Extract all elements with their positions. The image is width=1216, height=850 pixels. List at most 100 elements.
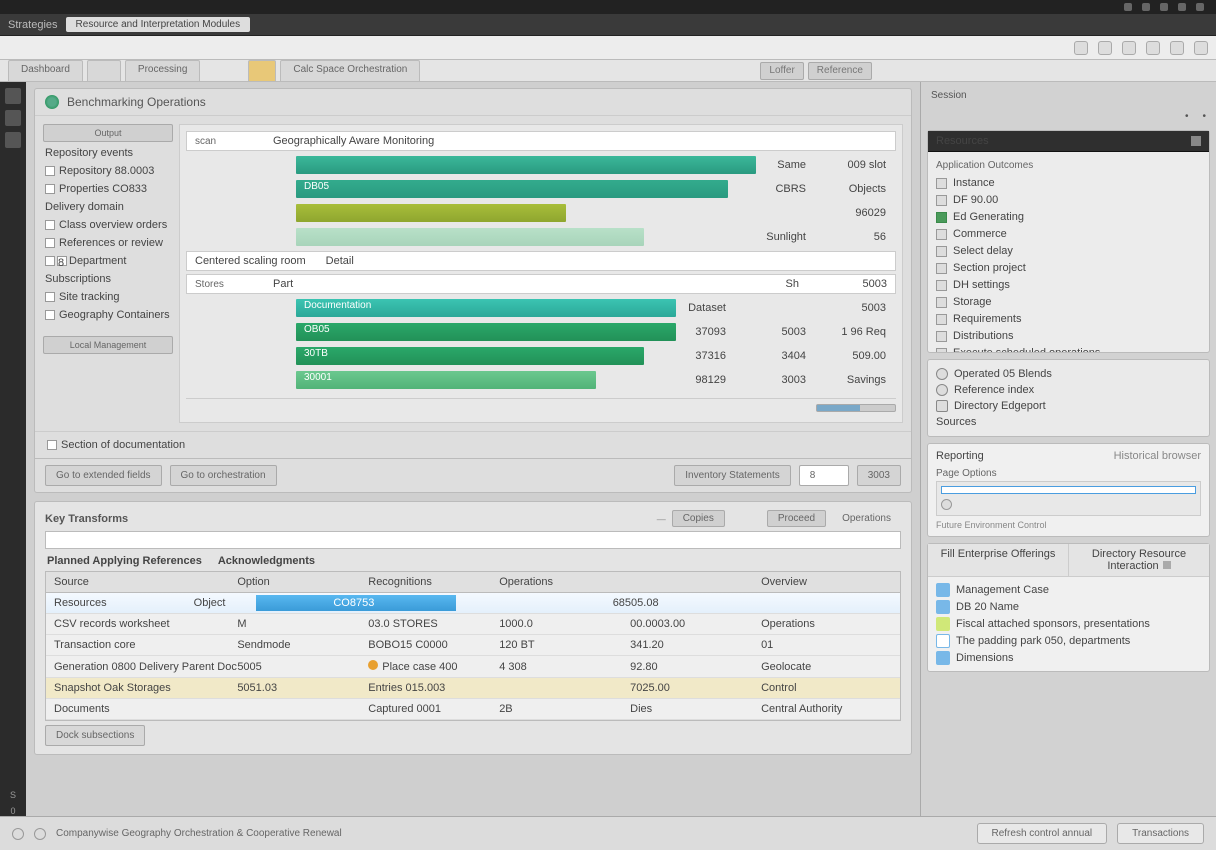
group-item[interactable]: Reference index: [936, 382, 1201, 398]
activity-icon[interactable]: [5, 110, 21, 126]
rp2-link[interactable]: Historical browser: [1114, 450, 1201, 462]
collapse-icon[interactable]: [1191, 136, 1201, 146]
filter-input[interactable]: [45, 531, 901, 549]
doc-tab-icon[interactable]: [248, 60, 276, 81]
transforms-panel: Key Transforms — Copies Proceed Operatio…: [34, 501, 912, 755]
table-row[interactable]: DocumentsCaptured 00012BDiesCentral Auth…: [46, 699, 900, 720]
panel2-chip[interactable]: Copies: [672, 510, 725, 527]
sys-icon: [1178, 3, 1186, 11]
group-panel: Operated 05 Blends Reference index Direc…: [927, 359, 1210, 437]
opt-stepper[interactable]: 8Department: [43, 254, 173, 268]
tool-icon[interactable]: [1146, 41, 1160, 55]
activity-icon[interactable]: [5, 88, 21, 104]
circle-icon: [936, 368, 948, 380]
chart-bar: 30001: [296, 371, 596, 389]
doc-tab[interactable]: Reference: [808, 62, 872, 80]
warn-icon: [368, 660, 378, 670]
opt-checkbox[interactable]: References or review: [43, 236, 173, 250]
opt-checkbox[interactable]: Site tracking: [43, 290, 173, 304]
opt-label: Delivery domain: [43, 200, 173, 214]
tool-icon[interactable]: [1074, 41, 1088, 55]
rpanel-sub: Application Outcomes: [936, 158, 1201, 173]
group-item[interactable]: Operated 05 Blends: [936, 366, 1201, 382]
tree-item[interactable]: Commerce: [936, 227, 1201, 241]
chart-subhead: Centered scaling room: [195, 255, 306, 267]
footer-button[interactable]: Go to extended fields: [45, 465, 162, 486]
footer-input[interactable]: [799, 465, 849, 486]
panel2-chip[interactable]: Operations: [832, 511, 901, 526]
benchmark-panel: Benchmarking Operations Output Repositor…: [34, 88, 912, 493]
footer-button[interactable]: Inventory Statements: [674, 465, 791, 486]
activity-icon[interactable]: [5, 132, 21, 148]
local-mgmt-button[interactable]: Local Management: [43, 336, 173, 354]
doc-tab[interactable]: Loffer: [760, 62, 803, 80]
chart-bar: [296, 228, 644, 246]
tool-icon[interactable]: [1122, 41, 1136, 55]
tree-item[interactable]: Ed Generating: [936, 210, 1201, 224]
doc-tab[interactable]: Processing: [125, 60, 200, 81]
table-row[interactable]: CSV records worksheetM03.0 STORES1000.00…: [46, 614, 900, 635]
rp2-sub: Page Options: [936, 466, 1201, 481]
tool-icon[interactable]: [1170, 41, 1184, 55]
footer-button[interactable]: Go to orchestration: [170, 465, 277, 486]
doc-tab-icon[interactable]: [87, 60, 121, 81]
tree-item[interactable]: Distributions: [936, 329, 1201, 343]
rp3-tab[interactable]: Directory Resource Interaction: [1069, 544, 1209, 576]
square-icon: [936, 400, 948, 412]
subtab[interactable]: Planned Applying References: [47, 555, 202, 567]
footer-button[interactable]: Refresh control annual: [977, 823, 1108, 844]
rp3-item[interactable]: Fiscal attached sponsors, presentations: [936, 617, 1201, 631]
dock-button[interactable]: Dock subsections: [45, 725, 145, 746]
rp3-item[interactable]: Management Case: [936, 583, 1201, 597]
doc-tab[interactable]: Calc Space Orchestration: [280, 60, 420, 81]
rp2-footer: Future Environment Control: [936, 520, 1201, 530]
rp3-item[interactable]: DB 20 Name: [936, 600, 1201, 614]
tool-icon[interactable]: [1194, 41, 1208, 55]
options-sidebar: Output Repository events Repository 88.0…: [43, 124, 173, 423]
tree-item[interactable]: Storage: [936, 295, 1201, 309]
table-row[interactable]: Generation 0800 Delivery Parent Doc5005P…: [46, 656, 900, 678]
tree-item[interactable]: DH settings: [936, 278, 1201, 292]
footer-button[interactable]: 3003: [857, 465, 901, 486]
rpanel-title: Resources: [936, 135, 989, 147]
opt-checkbox[interactable]: Properties CO833: [43, 182, 173, 196]
status-icon: [12, 828, 24, 840]
rp2-title: Reporting: [936, 450, 984, 462]
tree-item[interactable]: Execute scheduled operations: [936, 346, 1201, 352]
refresh-icon[interactable]: [941, 498, 1196, 511]
item-icon: [936, 617, 950, 631]
panel2-chip[interactable]: Proceed: [767, 510, 826, 527]
footer-button[interactable]: Transactions: [1117, 823, 1204, 844]
rp3-tab[interactable]: Fill Enterprise Offerings: [928, 544, 1069, 576]
table-row[interactable]: Snapshot Oak Storages5051.03Entries 015.…: [46, 678, 900, 699]
footer-checkbox[interactable]: Section of documentation: [45, 438, 187, 452]
opt-checkbox[interactable]: Class overview orders: [43, 218, 173, 232]
tree-item[interactable]: Section project: [936, 261, 1201, 275]
rp3-item[interactable]: Dimensions: [936, 651, 1201, 665]
rp3-item[interactable]: The padding park 050, departments: [936, 634, 1201, 648]
panel-logo-icon: [45, 95, 59, 109]
group-item[interactable]: Directory Edgeport: [936, 398, 1201, 414]
tree-item[interactable]: Instance: [936, 176, 1201, 190]
status-text: Companywise Geography Orchestration & Co…: [56, 828, 342, 839]
table-row[interactable]: Transaction coreSendmodeBOBO15 C0000120 …: [46, 635, 900, 656]
sys-icon: [1142, 3, 1150, 11]
tree-item[interactable]: Select delay: [936, 244, 1201, 258]
status-icon: [34, 828, 46, 840]
table-row[interactable]: ResourcesObjectCO875368505.08: [46, 593, 900, 614]
tree-item[interactable]: Requirements: [936, 312, 1201, 326]
toolbar: [0, 36, 1216, 60]
chart-bar: Documentation: [296, 299, 676, 317]
subtab[interactable]: Acknowledgments: [218, 555, 315, 567]
panel2-title: Key Transforms: [45, 513, 128, 525]
search-input[interactable]: [941, 486, 1196, 494]
opt-checkbox[interactable]: Repository 88.0003: [43, 164, 173, 178]
doc-tab[interactable]: Dashboard: [8, 60, 83, 81]
tree-item[interactable]: DF 90.00: [936, 193, 1201, 207]
opt-checkbox[interactable]: Geography Containers: [43, 308, 173, 322]
item-icon: [936, 634, 950, 648]
tool-icon[interactable]: [1098, 41, 1112, 55]
header-tab[interactable]: Resource and Interpretation Modules: [66, 17, 251, 32]
doc-tabs: Dashboard Processing Calc Space Orchestr…: [0, 60, 1216, 82]
output-button[interactable]: Output: [43, 124, 173, 142]
